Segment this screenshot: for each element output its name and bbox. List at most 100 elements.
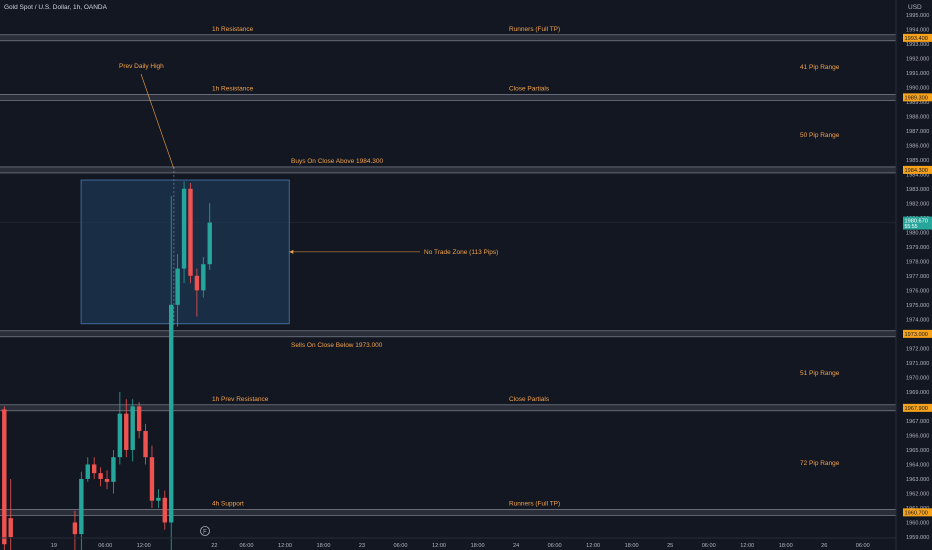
candle[interactable] [2, 406, 7, 550]
y-tick-label: 1979.000 [906, 245, 929, 251]
y-tick-label: 1965.000 [906, 448, 929, 454]
y-tick-label: 1978.000 [906, 260, 929, 266]
y-tick-label: 1987.000 [906, 129, 929, 135]
candle-body [188, 188, 193, 276]
x-tick-label: 06:00 [548, 543, 562, 549]
y-tick-label: 1967.000 [906, 419, 929, 425]
y-tick-label: 1977.000 [906, 274, 929, 280]
x-tick-label: 24 [513, 543, 519, 549]
candle-body [181, 188, 187, 269]
level-band [0, 330, 896, 337]
candle[interactable] [156, 489, 161, 508]
x-tick-label: 06:00 [856, 543, 870, 549]
range-label: 72 Pip Range [800, 460, 840, 467]
no-trade-zone-arrowhead [289, 249, 294, 254]
level-band [0, 94, 896, 101]
y-tick-label: 1994.000 [906, 27, 929, 33]
candle[interactable] [162, 490, 167, 530]
x-tick-label: 18:00 [471, 543, 485, 549]
level-left-label: 4h Support [212, 500, 244, 507]
candle[interactable] [85, 457, 90, 482]
level-price-tag-text: 1989.300 [905, 95, 928, 101]
candle-body [85, 464, 90, 479]
range-label: 51 Pip Range [800, 370, 840, 377]
candle-body [79, 478, 84, 535]
y-tick-label: 1993.000 [906, 42, 929, 48]
symbol-title: Gold Spot / U.S. Dollar, 1h, OANDA [4, 4, 108, 11]
candle[interactable] [136, 402, 142, 439]
level-mid-label: Runners (Full TP) [509, 26, 560, 33]
candle[interactable] [98, 467, 103, 487]
y-tick-label: 1990.000 [906, 85, 929, 91]
candle-body [2, 409, 7, 545]
candle[interactable] [104, 470, 110, 490]
y-tick-label: 1980.000 [906, 230, 929, 236]
candle[interactable] [149, 445, 155, 508]
y-tick-label: 1991.000 [906, 71, 929, 77]
level-mid-label: Close Partials [509, 396, 550, 403]
y-tick-label: 1982.000 [906, 201, 929, 207]
candle-body [136, 406, 142, 432]
candle-body [194, 275, 200, 291]
no-trade-zone-label: No Trade Zone (113 Pips) [424, 249, 498, 256]
candle-body [117, 413, 123, 458]
x-tick-label: 06:00 [394, 543, 408, 549]
range-label: 50 Pip Range [800, 132, 840, 139]
candle-body [104, 478, 110, 482]
candle[interactable] [91, 457, 97, 479]
x-tick-label: 22 [211, 543, 217, 549]
y-tick-label: 1960.000 [906, 521, 929, 527]
candle-body [169, 304, 174, 523]
level-band [0, 34, 896, 41]
candle-body [8, 518, 13, 537]
level-left-label: 1h Resistance [212, 85, 254, 92]
x-tick-label: 12:00 [586, 543, 600, 549]
level-mid-label: Close Partials [509, 85, 550, 92]
candle-body [111, 457, 116, 482]
x-tick-label: 26 [821, 543, 827, 549]
currency-label: USD [908, 4, 922, 11]
y-tick-label: 1962.000 [906, 492, 929, 498]
logo-letter: F [203, 530, 207, 536]
level-left-label: 1h Prev Resistance [212, 396, 269, 403]
level-price-tag-text: 1984.300 [905, 168, 928, 174]
level-price-tag-text: 1993.400 [905, 36, 928, 42]
candle[interactable] [188, 182, 193, 284]
tradingview-logo-icon[interactable]: F [200, 526, 210, 536]
candle-body [98, 473, 103, 479]
y-tick-label: 1972.000 [906, 347, 929, 353]
y-tick-label: 1975.000 [906, 303, 929, 309]
level-price-tag-text: 1960.700 [905, 510, 928, 516]
x-tick-label: 12:00 [432, 543, 446, 549]
candle[interactable] [143, 423, 148, 465]
candle-body [91, 464, 97, 474]
time-axis[interactable]: 19 06:00 12:00 22 06:00 12:00 18:00 23 06:00 12:0… [0, 537, 896, 549]
x-tick-label: 12:00 [278, 543, 292, 549]
range-label: 41 Pip Range [800, 64, 840, 71]
candle-body [201, 264, 206, 291]
x-tick-label: 12:00 [137, 543, 151, 549]
candle-body [124, 413, 129, 450]
y-tick-label: 1970.000 [906, 376, 929, 382]
candle[interactable] [130, 399, 135, 462]
prev-daily-high-label: Prev Daily High [119, 63, 164, 70]
y-tick-label: 1983.000 [906, 187, 929, 193]
y-tick-label: 1974.000 [906, 318, 929, 324]
price-chart[interactable]: No Trade Zone (113 Pips) 1h Resistance Run… [0, 0, 932, 550]
candle[interactable] [72, 510, 78, 550]
y-tick-label: 1959.000 [906, 535, 929, 541]
x-tick-label: 19 [51, 543, 57, 549]
candle[interactable] [181, 181, 187, 284]
candle[interactable] [111, 449, 116, 494]
y-tick-label: 1963.000 [906, 477, 929, 483]
last-price-countdown: 55:55 [905, 224, 918, 230]
y-tick-label: 1969.000 [906, 390, 929, 396]
candle-body [156, 497, 161, 501]
candle-body [149, 457, 155, 501]
level-price-tag-text: 1967.900 [905, 406, 928, 412]
x-tick-label: 18:00 [625, 543, 639, 549]
price-axis[interactable]: 1959.0001960.0001961.0001962.0001963.000… [895, 0, 932, 550]
candle[interactable] [117, 391, 123, 465]
level-mid-label: Runners (Full TP) [509, 500, 560, 507]
y-tick-label: 1988.000 [906, 114, 929, 120]
